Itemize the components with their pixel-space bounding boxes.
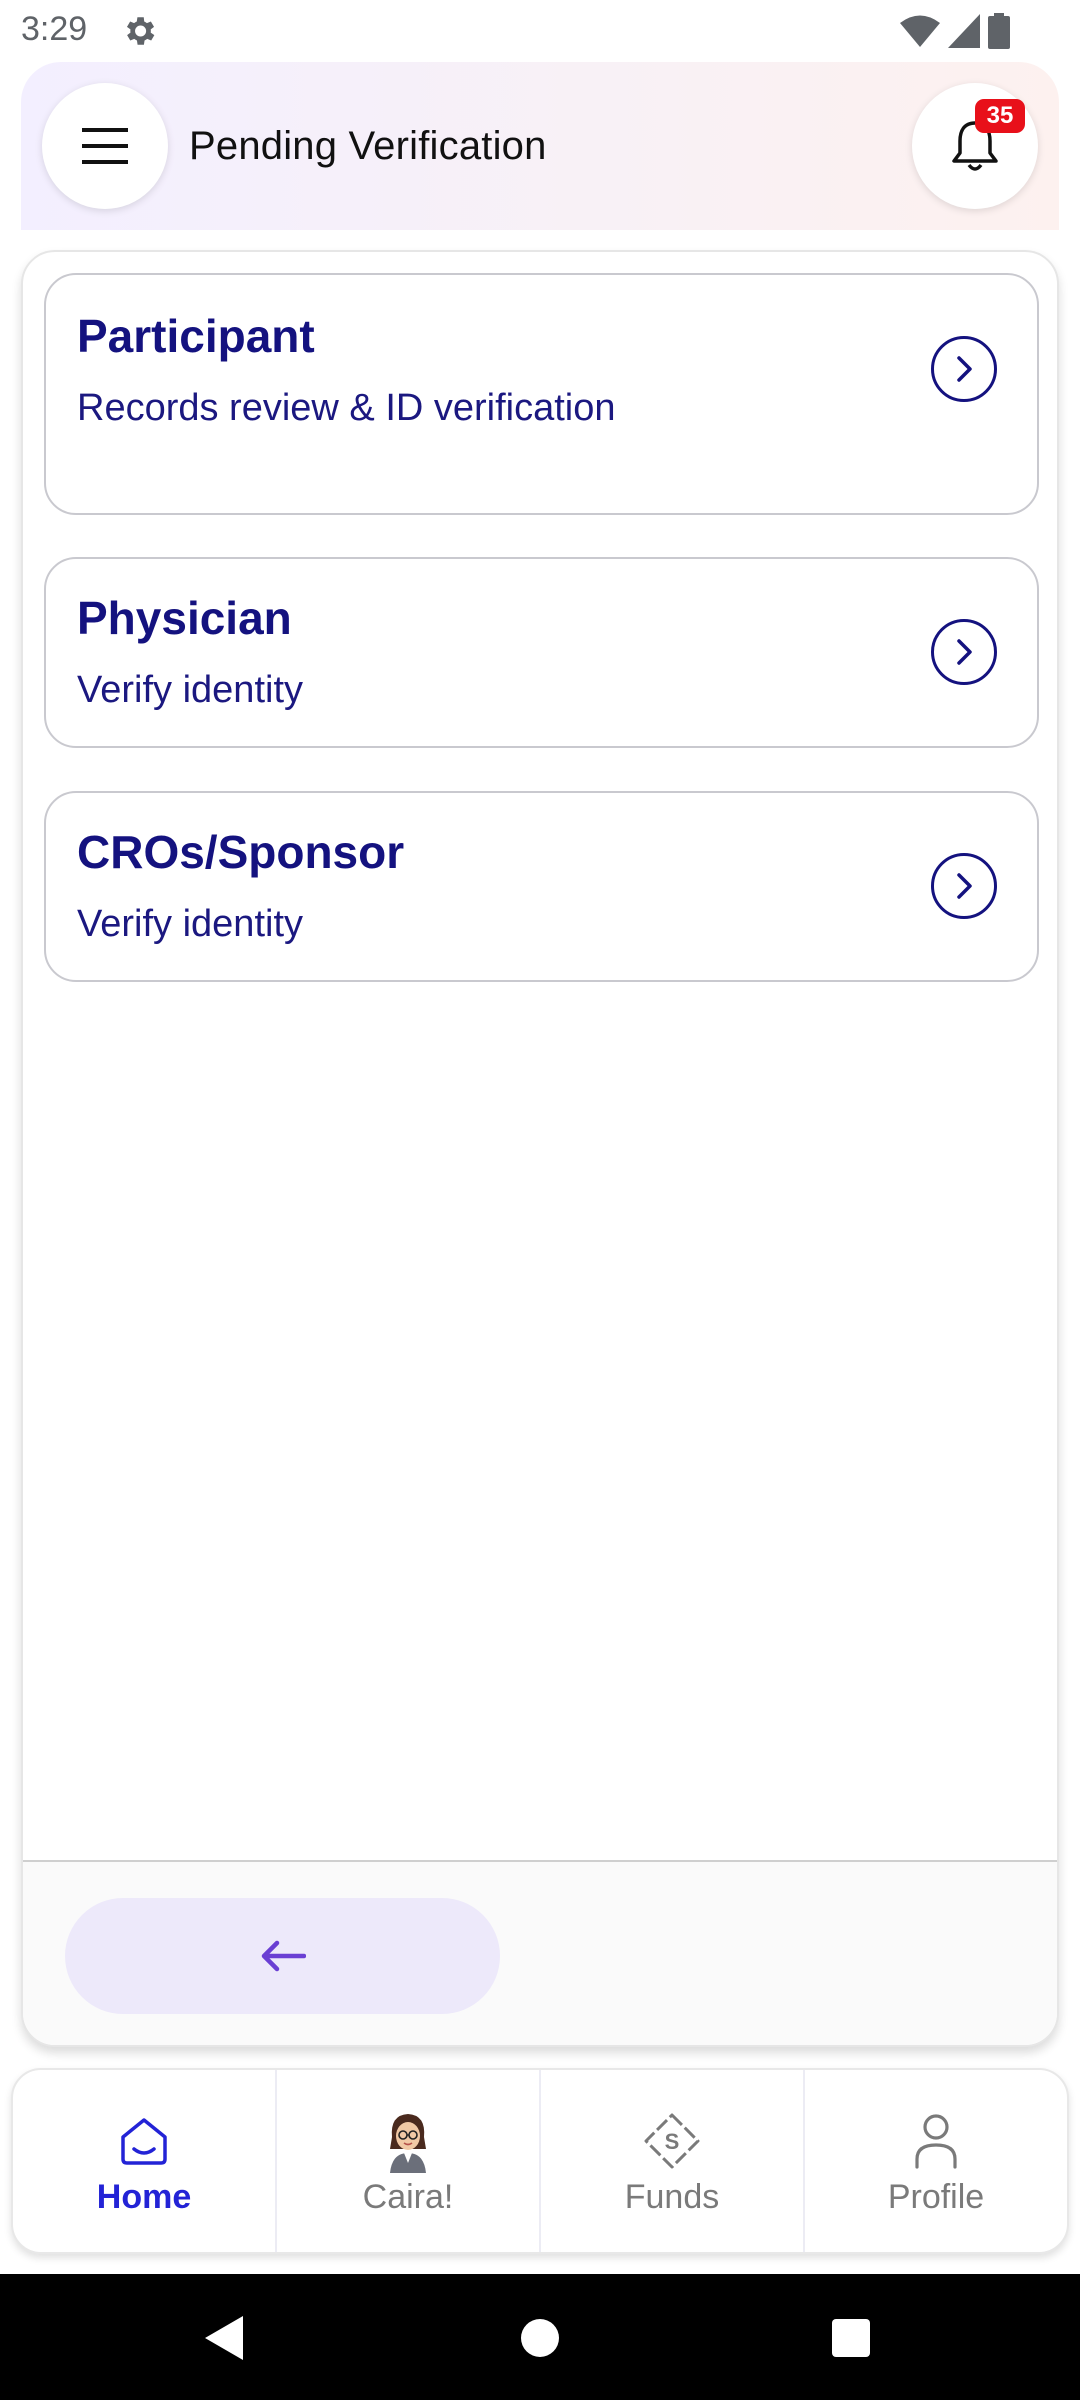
settings-gear-icon xyxy=(126,17,155,45)
screen: 3:29 Pending Verification 35 Participant… xyxy=(0,0,1080,2400)
svg-text:S: S xyxy=(665,2129,680,2154)
item-title: Participant xyxy=(77,310,315,362)
nav-home[interactable]: Home xyxy=(13,2070,275,2252)
status-time: 3:29 xyxy=(21,10,88,48)
nav-label: Profile xyxy=(887,2178,985,2216)
hamburger-menu-icon xyxy=(82,128,128,164)
status-icons xyxy=(900,13,1010,49)
app-header: Pending Verification 35 xyxy=(21,62,1059,230)
funds-diamond-icon: S xyxy=(642,2110,702,2172)
item-subtitle: Verify identity xyxy=(77,903,303,945)
page-title: Pending Verification xyxy=(189,124,547,168)
system-home-icon[interactable] xyxy=(521,2319,559,2357)
wifi-icon xyxy=(900,15,940,47)
cell-signal-icon xyxy=(948,14,980,48)
nav-label: Funds xyxy=(624,2178,720,2216)
arrow-left-icon xyxy=(261,1940,306,1972)
verification-panel: Participant Records review & ID verifica… xyxy=(21,250,1059,2047)
item-subtitle: Verify identity xyxy=(77,669,303,711)
nav-profile[interactable]: Profile xyxy=(803,2070,1067,2252)
notifications-button[interactable]: 35 xyxy=(912,83,1038,209)
chevron-right-circle-icon[interactable] xyxy=(931,619,997,685)
chevron-right-circle-icon[interactable] xyxy=(931,853,997,919)
system-back-icon[interactable] xyxy=(203,2314,247,2362)
physician-card[interactable]: Physician Verify identity xyxy=(44,557,1039,748)
nav-label: Caira! xyxy=(362,2178,454,2216)
nav-label: Home xyxy=(96,2178,192,2216)
system-nav-bar xyxy=(0,2274,1080,2400)
item-subtitle: Records review & ID verification xyxy=(77,387,616,429)
item-title: Physician xyxy=(77,592,292,644)
nav-funds[interactable]: S Funds xyxy=(539,2070,803,2252)
item-title: CROs/Sponsor xyxy=(77,826,405,878)
back-button[interactable] xyxy=(65,1898,500,2014)
caira-avatar-icon xyxy=(378,2110,438,2173)
home-icon xyxy=(114,2110,174,2172)
panel-footer xyxy=(23,1860,1057,2045)
nav-caira[interactable]: Caira! xyxy=(275,2070,539,2252)
system-recents-icon[interactable] xyxy=(832,2319,870,2357)
cros-sponsor-card[interactable]: CROs/Sponsor Verify identity xyxy=(44,791,1039,982)
participant-card[interactable]: Participant Records review & ID verifica… xyxy=(44,273,1039,515)
notification-count-badge: 35 xyxy=(975,99,1025,133)
bottom-nav: Home Caira! S Funds Profile xyxy=(11,2068,1069,2254)
person-icon xyxy=(906,2110,966,2172)
battery-icon xyxy=(988,13,1010,49)
status-bar: 3:29 xyxy=(0,0,1080,62)
chevron-right-circle-icon[interactable] xyxy=(931,336,997,402)
menu-button[interactable] xyxy=(42,83,168,209)
